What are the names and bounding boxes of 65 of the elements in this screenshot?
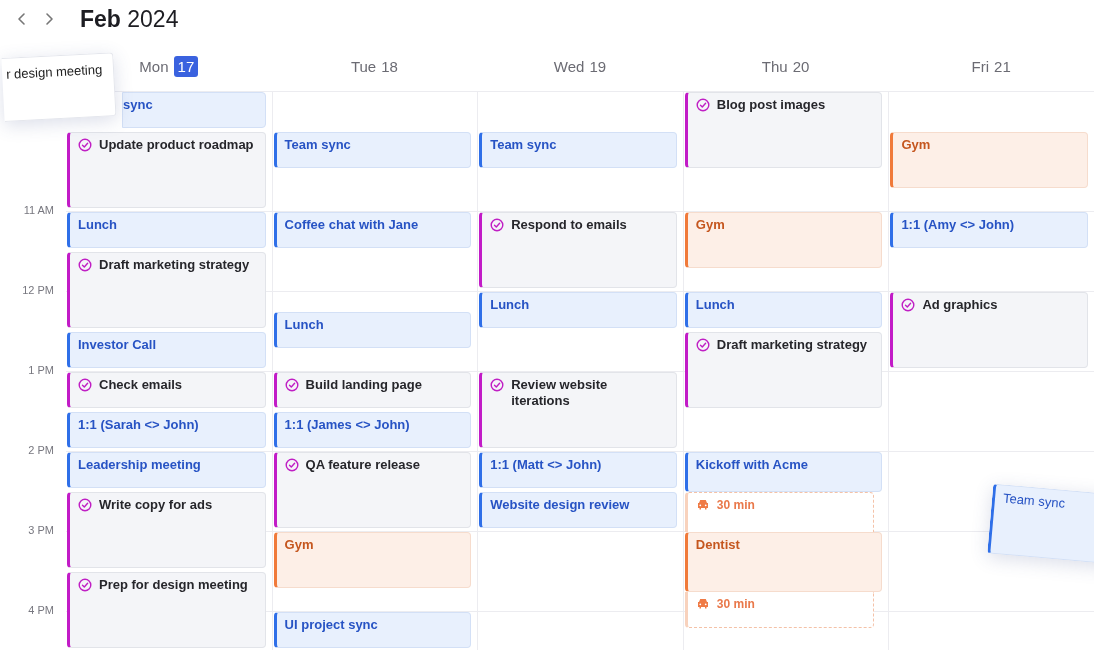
time-label: 2 PM bbox=[27, 443, 55, 457]
event-card[interactable]: Team sync bbox=[479, 132, 677, 168]
time-label: 3 PM bbox=[27, 523, 55, 537]
day-name: Fri bbox=[971, 58, 990, 75]
day-date: 21 bbox=[994, 58, 1011, 75]
event-card[interactable]: Check emails bbox=[67, 372, 266, 408]
month-title: Feb 2024 bbox=[80, 5, 179, 33]
event-card[interactable]: Lunch bbox=[479, 292, 677, 328]
check-circle-icon bbox=[284, 378, 299, 392]
event-card[interactable]: Update product roadmap bbox=[67, 132, 266, 208]
event-card[interactable]: Investor Call bbox=[67, 332, 266, 368]
event-card[interactable]: Leadership meeting bbox=[67, 452, 266, 488]
event-card[interactable]: Write copy for ads bbox=[67, 492, 266, 568]
event-card[interactable]: Build landing page bbox=[273, 372, 472, 408]
time-label: 11 AM bbox=[22, 203, 55, 217]
event-card[interactable]: Respond to emails bbox=[479, 212, 677, 288]
event-card[interactable]: UI project sync bbox=[273, 612, 472, 648]
day-name: Wed bbox=[553, 58, 585, 75]
event-card[interactable]: Gym bbox=[890, 132, 1088, 188]
event-card[interactable]: Dentist bbox=[684, 532, 883, 592]
day-name: Mon bbox=[139, 58, 169, 75]
event-card[interactable]: 1:1 (Amy <> John) bbox=[890, 212, 1088, 248]
day-name: Tue bbox=[350, 58, 377, 75]
event-card[interactable]: Lunch bbox=[273, 312, 472, 348]
day-name: Thu bbox=[761, 58, 788, 75]
check-circle-icon bbox=[695, 338, 710, 352]
check-circle-icon bbox=[78, 578, 92, 592]
today-badge: 17 bbox=[173, 56, 199, 77]
event-card[interactable]: 1:1 (Matt <> John) bbox=[479, 452, 677, 488]
time-label: 4 PM bbox=[27, 603, 55, 617]
event-card[interactable]: sync bbox=[122, 92, 266, 128]
check-circle-icon bbox=[901, 298, 916, 312]
event-card[interactable]: Draft marketing strategy bbox=[67, 252, 266, 328]
event-card[interactable]: Team sync bbox=[273, 132, 472, 168]
check-circle-icon bbox=[695, 98, 710, 112]
event-card[interactable]: Draft marketing strategy bbox=[684, 332, 883, 408]
check-circle-icon bbox=[78, 138, 92, 152]
time-label: 1 PM bbox=[27, 363, 55, 377]
event-card[interactable]: Prep for design meeting bbox=[67, 572, 266, 648]
car-icon bbox=[695, 597, 710, 611]
check-circle-icon bbox=[284, 458, 299, 472]
day-date: 19 bbox=[589, 58, 607, 75]
check-circle-icon bbox=[78, 378, 92, 392]
dragged-event-card[interactable]: r design meeting bbox=[1, 52, 117, 122]
time-label: 12 PM bbox=[21, 283, 55, 297]
event-card[interactable]: Gym bbox=[684, 212, 883, 268]
event-card[interactable]: QA feature release bbox=[273, 452, 472, 528]
check-circle-icon bbox=[78, 498, 92, 512]
event-card[interactable]: 1:1 (James <> John) bbox=[273, 412, 472, 448]
event-card[interactable]: Gym bbox=[273, 532, 472, 588]
check-circle-icon bbox=[490, 218, 505, 232]
event-card[interactable]: Review website iterations bbox=[479, 372, 677, 448]
event-card[interactable]: Blog post images bbox=[684, 92, 883, 168]
event-card[interactable]: Website design review bbox=[479, 492, 677, 528]
car-icon bbox=[695, 498, 710, 512]
event-card[interactable]: Lunch bbox=[684, 292, 883, 328]
event-card[interactable]: Lunch bbox=[67, 212, 266, 248]
event-card[interactable]: Coffee chat with Jane bbox=[273, 212, 472, 248]
day-date: 18 bbox=[381, 58, 398, 75]
day-date: 20 bbox=[792, 58, 810, 75]
event-card[interactable]: Ad graphics bbox=[890, 292, 1088, 368]
event-card[interactable]: Kickoff with Acme bbox=[684, 452, 883, 492]
check-circle-icon bbox=[490, 378, 505, 392]
check-circle-icon bbox=[78, 258, 92, 272]
event-card[interactable]: 1:1 (Sarah <> John) bbox=[67, 412, 266, 448]
